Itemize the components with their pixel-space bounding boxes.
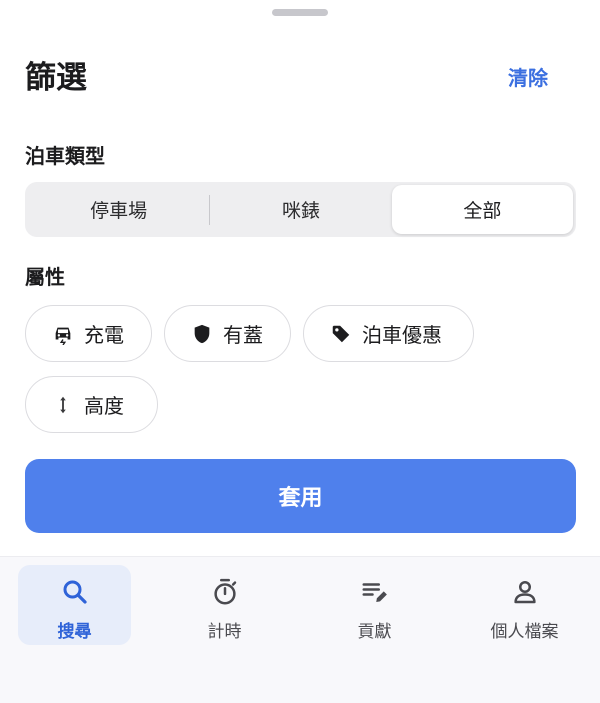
tab-timer[interactable]: 計時 [168,565,281,645]
clear-button[interactable]: 清除 [508,64,548,92]
edit-list-icon [358,575,392,609]
chip-parking-discount[interactable]: 泊車優惠 [303,305,474,362]
parking-type-label: 泊車類型 [25,144,105,168]
sheet-title: 篩選 [25,60,87,96]
chip-label: 有蓋 [223,323,263,347]
tab-search[interactable]: 搜尋 [18,565,131,645]
segment-all[interactable]: 全部 [391,185,573,234]
sheet-grabber[interactable] [272,9,328,16]
chip-label: 充電 [84,323,124,347]
attributes-label: 屬性 [25,265,65,289]
bottom-tab-bar: 搜尋 計時 貢獻 個人檔案 [0,556,600,703]
filter-sheet: 篩選 清除 泊車類型 停車場 咪錶 全部 屬性 充電 有蓋 泊車優惠 高度 套用 [0,0,600,556]
chip-charging[interactable]: 充電 [25,305,152,362]
tab-label: 計時 [207,622,242,642]
tab-label: 個人檔案 [490,622,559,642]
tab-label: 搜尋 [57,622,92,642]
apply-button[interactable]: 套用 [25,459,576,533]
segment-meter[interactable]: 咪錶 [210,185,391,234]
shield-icon [191,323,213,345]
chip-covered[interactable]: 有蓋 [164,305,291,362]
tag-icon [330,323,352,345]
chip-height[interactable]: 高度 [25,376,158,433]
chip-label: 泊車優惠 [362,323,442,347]
segment-car-park[interactable]: 停車場 [28,185,209,234]
tab-profile[interactable]: 個人檔案 [468,565,581,645]
tab-contribute[interactable]: 貢獻 [318,565,431,645]
parking-type-segmented-control: 停車場 咪錶 全部 [25,182,576,237]
timer-icon [208,575,242,609]
ev-car-icon [52,323,74,345]
chip-label: 高度 [84,394,124,418]
tab-label: 貢獻 [357,622,392,642]
search-icon [58,575,92,609]
height-arrows-icon [52,394,74,416]
person-icon [508,575,542,609]
